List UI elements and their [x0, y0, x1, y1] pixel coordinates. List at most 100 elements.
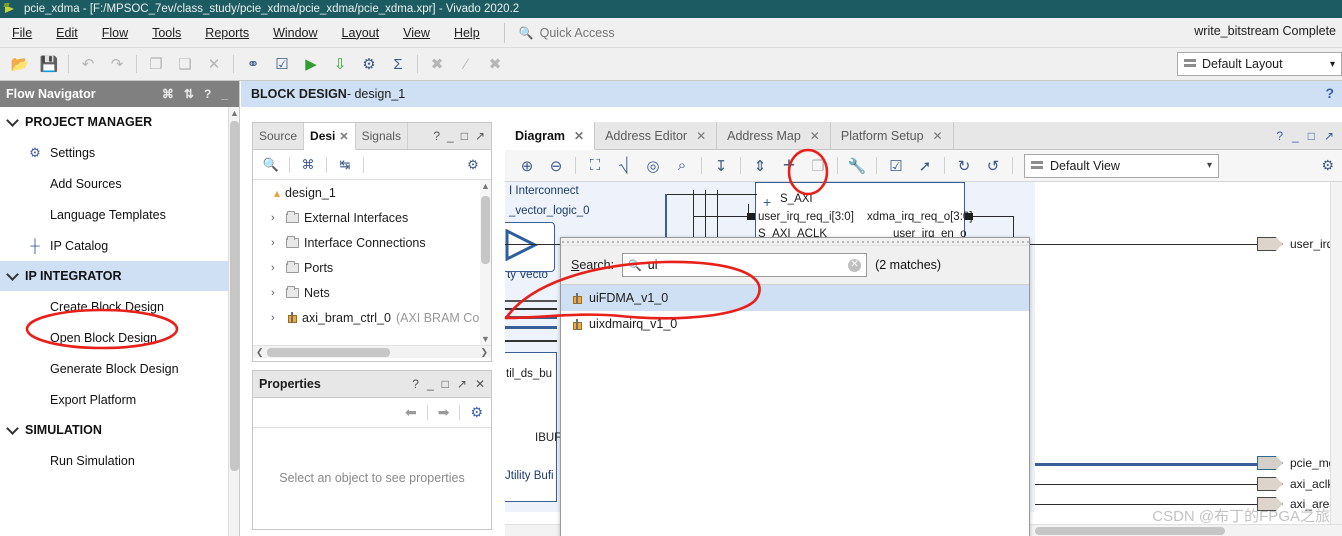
- minimize-icon[interactable]: _: [447, 129, 454, 143]
- clear-icon[interactable]: ✕: [848, 258, 862, 272]
- scroll-right-arrow-icon[interactable]: ❯: [477, 347, 491, 358]
- tab-address-map[interactable]: Address Map ✕: [717, 122, 831, 149]
- tree-scrollbar[interactable]: ▲ ▼: [480, 180, 491, 345]
- add-ip-icon[interactable]: +: [775, 153, 803, 179]
- quick-access[interactable]: 🔍: [503, 22, 678, 43]
- find-button[interactable]: ⚭: [239, 51, 267, 77]
- chevron-right-icon[interactable]: ›: [271, 237, 281, 249]
- search-input-wrapper[interactable]: 🔍 ✕: [622, 253, 868, 277]
- menu-edit[interactable]: Edit: [44, 22, 90, 44]
- delete-button[interactable]: ✕: [200, 51, 228, 77]
- view-selector[interactable]: Default View ▾: [1024, 153, 1219, 178]
- collapse-all-icon[interactable]: ↧: [707, 153, 735, 179]
- sidebar-item-export-platform[interactable]: Export Platform: [0, 384, 239, 415]
- maximize-icon[interactable]: □: [461, 129, 468, 143]
- help-icon[interactable]: ?: [199, 87, 216, 101]
- tree-row[interactable]: › Nets: [253, 280, 491, 305]
- minimize-icon[interactable]: _: [427, 377, 434, 391]
- tab-diagram[interactable]: Diagram ✕: [505, 122, 596, 150]
- scrollbar-thumb[interactable]: [481, 196, 490, 264]
- gear-icon[interactable]: ⚙: [461, 154, 485, 176]
- zoom-out-icon[interactable]: ⊖: [542, 153, 570, 179]
- settings-button[interactable]: ⚙: [355, 51, 383, 77]
- output-port-marker[interactable]: [1257, 456, 1283, 470]
- scroll-up-arrow-icon[interactable]: ▲: [230, 108, 239, 118]
- tree-row[interactable]: › axi_bram_ctrl_0 (AXI BRAM Con: [253, 305, 491, 330]
- menu-help[interactable]: Help: [442, 22, 492, 44]
- sidebar-item-language-templates[interactable]: Language Templates: [0, 199, 239, 230]
- tree-row[interactable]: › Ports: [253, 255, 491, 280]
- scrollbar-thumb[interactable]: [1035, 527, 1225, 535]
- maximize-icon[interactable]: □: [1308, 129, 1315, 143]
- close-icon[interactable]: ✕: [933, 129, 943, 143]
- zoom-area-icon[interactable]: ⎷: [610, 153, 638, 179]
- float-icon[interactable]: ↗: [1324, 129, 1334, 143]
- menu-flow[interactable]: Flow: [90, 22, 140, 44]
- validate-button[interactable]: ☑: [268, 51, 296, 77]
- scroll-left-arrow-icon[interactable]: ❮: [253, 347, 267, 358]
- menu-window[interactable]: Window: [261, 22, 329, 44]
- close-icon[interactable]: ✕: [475, 377, 485, 391]
- menu-layout[interactable]: Layout: [330, 22, 392, 44]
- minimize-icon[interactable]: _: [216, 87, 233, 101]
- tree-row[interactable]: ▴ design_1: [253, 180, 491, 205]
- tab-source[interactable]: Source: [253, 123, 305, 149]
- search-input[interactable]: [645, 257, 845, 273]
- expand-all-icon[interactable]: ⇕: [746, 153, 774, 179]
- help-icon[interactable]: ?: [412, 377, 419, 391]
- scroll-down-arrow-icon[interactable]: ▼: [481, 334, 490, 344]
- chevron-right-icon[interactable]: ›: [271, 212, 281, 224]
- close-icon[interactable]: ✕: [810, 129, 820, 143]
- refresh-icon[interactable]: ↻: [950, 153, 978, 179]
- close-icon[interactable]: ✕: [696, 129, 706, 143]
- collapse-all-icon[interactable]: ⌘: [296, 154, 320, 176]
- tree-row[interactable]: › Interface Connections: [253, 230, 491, 255]
- open-project-button[interactable]: 📂: [6, 51, 34, 77]
- output-port-marker[interactable]: [1257, 477, 1283, 491]
- copy-button[interactable]: ❐: [142, 51, 170, 77]
- float-icon[interactable]: ↗: [475, 129, 485, 143]
- sidebar-section-project-manager[interactable]: PROJECT MANAGER: [0, 107, 239, 137]
- sidebar-item-add-sources[interactable]: Add Sources: [0, 168, 239, 199]
- layout-selector[interactable]: Default Layout ▾: [1177, 52, 1342, 76]
- expand-all-icon[interactable]: ⇅: [179, 87, 199, 101]
- sidebar-item-settings[interactable]: ⚙ Settings: [0, 137, 239, 168]
- tree-hscrollbar[interactable]: ❮ ❯: [253, 345, 491, 358]
- gear-icon[interactable]: ⚙: [1321, 157, 1334, 174]
- close-icon[interactable]: ✕: [339, 130, 348, 143]
- chevron-right-icon[interactable]: ›: [271, 262, 281, 274]
- zoom-in-icon[interactable]: ⊕: [513, 153, 541, 179]
- zoom-selection-icon[interactable]: ◎: [639, 153, 667, 179]
- arrow-left-icon[interactable]: ⬅: [405, 404, 417, 421]
- chevron-right-icon[interactable]: ›: [271, 287, 281, 299]
- tab-design[interactable]: Desi ✕: [304, 123, 356, 150]
- run-button[interactable]: ▶: [297, 51, 325, 77]
- sidebar-item-run-simulation[interactable]: Run Simulation: [0, 445, 239, 476]
- sidebar-item-generate-block-design[interactable]: Generate Block Design: [0, 353, 239, 384]
- help-icon[interactable]: ?: [1276, 129, 1283, 143]
- list-item[interactable]: uixdmairq_v1_0: [561, 311, 1029, 337]
- maximize-icon[interactable]: □: [442, 377, 449, 391]
- report-button[interactable]: Σ: [384, 51, 412, 77]
- scrollbar-thumb[interactable]: [230, 121, 239, 471]
- menu-file[interactable]: File: [0, 22, 44, 44]
- list-item[interactable]: uiFDMA_v1_0: [561, 285, 1029, 311]
- quick-access-input[interactable]: [537, 24, 678, 41]
- gear-icon[interactable]: ⚙: [470, 404, 483, 421]
- tab-signals[interactable]: Signals: [356, 123, 408, 149]
- menu-tools[interactable]: Tools: [140, 22, 193, 44]
- pin-icon[interactable]: ➚: [911, 153, 939, 179]
- paste-button[interactable]: ❑: [171, 51, 199, 77]
- scissors-button[interactable]: ✖: [481, 51, 509, 77]
- arrow-right-icon[interactable]: ➡: [438, 404, 450, 421]
- search-icon[interactable]: 🔍: [259, 154, 283, 176]
- pencil-button[interactable]: ∕: [452, 51, 480, 77]
- tab-platform-setup[interactable]: Platform Setup ✕: [831, 122, 954, 149]
- menu-reports[interactable]: Reports: [193, 22, 261, 44]
- zoom-fit-icon[interactable]: ⛶: [581, 153, 609, 179]
- help-icon[interactable]: ?: [1325, 85, 1334, 101]
- expand-port-icon[interactable]: +: [763, 194, 771, 210]
- sidebar-scrollbar[interactable]: ▲: [228, 107, 239, 536]
- chevron-right-icon[interactable]: ›: [271, 312, 281, 324]
- sidebar-item-ip-catalog[interactable]: ┼ IP Catalog: [0, 230, 239, 261]
